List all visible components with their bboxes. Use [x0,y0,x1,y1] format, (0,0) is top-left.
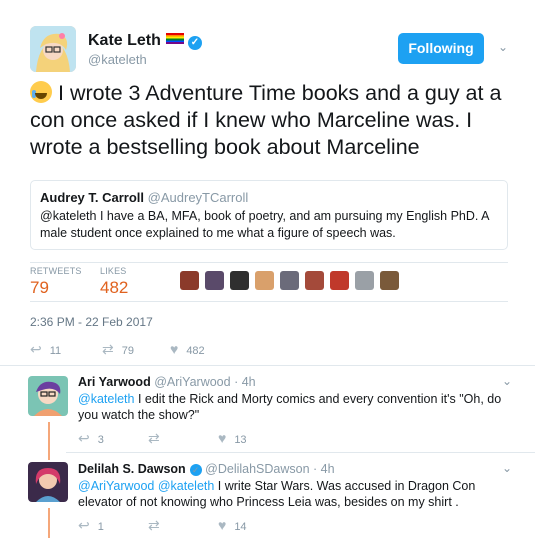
like-action[interactable]: ♥ 14 [218,517,247,533]
quoted-author-handle: @AudreyTCarroll [147,190,249,205]
reply-mention[interactable]: @kateleth [78,392,134,406]
following-button[interactable]: Following [398,33,484,64]
liker-avatar[interactable] [180,271,199,290]
author-name[interactable]: Kate Leth [88,32,161,49]
thread-connector-line [48,422,50,460]
tweet-text-block: I wrote 3 Adventure Time books and a guy… [30,80,520,161]
liker-avatar[interactable] [230,271,249,290]
reply-text: @kateleth I edit the Rick and Morty comi… [78,391,518,423]
reply-count: 3 [97,434,104,446]
retweets-count[interactable]: 79 [30,278,49,298]
reply-icon: ↩ [78,430,90,446]
quoted-author-name: Audrey T. Carroll [40,190,145,205]
reply-author-name: Delilah S. Dawson [78,462,186,476]
divider [0,365,535,366]
reply-author-name: Ari Yarwood [78,375,151,389]
heart-icon: ♥ [218,517,227,533]
author-avatar[interactable] [30,26,76,72]
divider [66,452,535,453]
reply-more-chevron-icon[interactable]: ⌄ [502,374,512,388]
reply-action[interactable]: ↩ 1 [78,517,104,534]
like-count: 482 [186,345,205,357]
like-action[interactable]: ♥ 13 [218,430,247,446]
tweet-text: I wrote 3 Adventure Time books and a guy… [30,81,502,159]
reply-author-line[interactable]: Delilah S. Dawson ✓ @DelilahSDawson · 4h [78,462,335,476]
reply-avatar[interactable] [28,462,68,502]
reply-author-handle: @DelilahSDawson [205,462,310,476]
verified-icon: ✓ [187,36,202,50]
tweet-timestamp[interactable]: 2:36 PM - 22 Feb 2017 [30,315,153,329]
retweets-label: RETWEETS [30,266,82,276]
retweet-count: 79 [121,345,134,357]
verified-icon: ✓ [189,464,202,476]
reply-action[interactable]: ↩ 3 [78,430,104,447]
heart-icon: ♥ [218,430,227,446]
reply-body: I edit the Rick and Morty comics and eve… [78,392,502,422]
retweet-icon: ⇄ [102,341,114,357]
retweet-action[interactable]: ⇄ 79 [102,341,134,358]
divider [30,301,508,302]
reply-text: @AriYarwood @kateleth I write Star Wars.… [78,478,518,510]
liker-avatar[interactable] [355,271,374,290]
reply-count: 1 [97,521,104,533]
author-handle[interactable]: @kateleth [88,52,147,67]
thread-connector-line [48,508,50,538]
like-count: 13 [234,434,247,446]
divider [30,262,508,263]
reply-author-line[interactable]: Ari Yarwood @AriYarwood · 4h [78,375,256,389]
likes-count[interactable]: 482 [100,278,128,298]
reply-icon: ↩ [78,517,90,533]
reply-author-handle: @AriYarwood [154,375,231,389]
liker-avatar[interactable] [380,271,399,290]
likers-avatars [180,271,410,291]
author-name-line[interactable]: Kate Leth ✓ [88,32,202,50]
liker-avatar[interactable] [255,271,274,290]
reply-more-chevron-icon[interactable]: ⌄ [502,461,512,475]
liker-avatar[interactable] [305,271,324,290]
liker-avatar[interactable] [330,271,349,290]
rainbow-flag-icon [165,33,184,44]
like-count: 14 [234,521,247,533]
reply-action[interactable]: ↩ 11 [30,341,61,358]
laughing-crying-emoji-icon [30,81,52,103]
reply-count: 11 [49,345,62,357]
retweet-icon: ⇄ [148,517,160,533]
quoted-tweet-author[interactable]: Audrey T. Carroll @AudreyTCarroll [40,190,248,205]
reply-avatar[interactable] [28,376,68,416]
reply-time: · 4h [234,375,256,389]
retweet-action[interactable]: ⇄ [148,517,168,534]
retweet-icon: ⇄ [148,430,160,446]
heart-icon: ♥ [170,341,179,357]
quoted-tweet-text: @kateleth I have a BA, MFA, book of poet… [40,209,489,240]
more-options-chevron-icon[interactable]: ⌄ [498,40,508,54]
like-action[interactable]: ♥ 482 [170,341,205,357]
likes-label: LIKES [100,266,127,276]
reply-time: · 4h [313,462,335,476]
retweet-action[interactable]: ⇄ [148,430,168,447]
liker-avatar[interactable] [280,271,299,290]
liker-avatar[interactable] [205,271,224,290]
reply-icon: ↩ [30,341,42,357]
reply-mention[interactable]: @AriYarwood @kateleth [78,479,214,493]
